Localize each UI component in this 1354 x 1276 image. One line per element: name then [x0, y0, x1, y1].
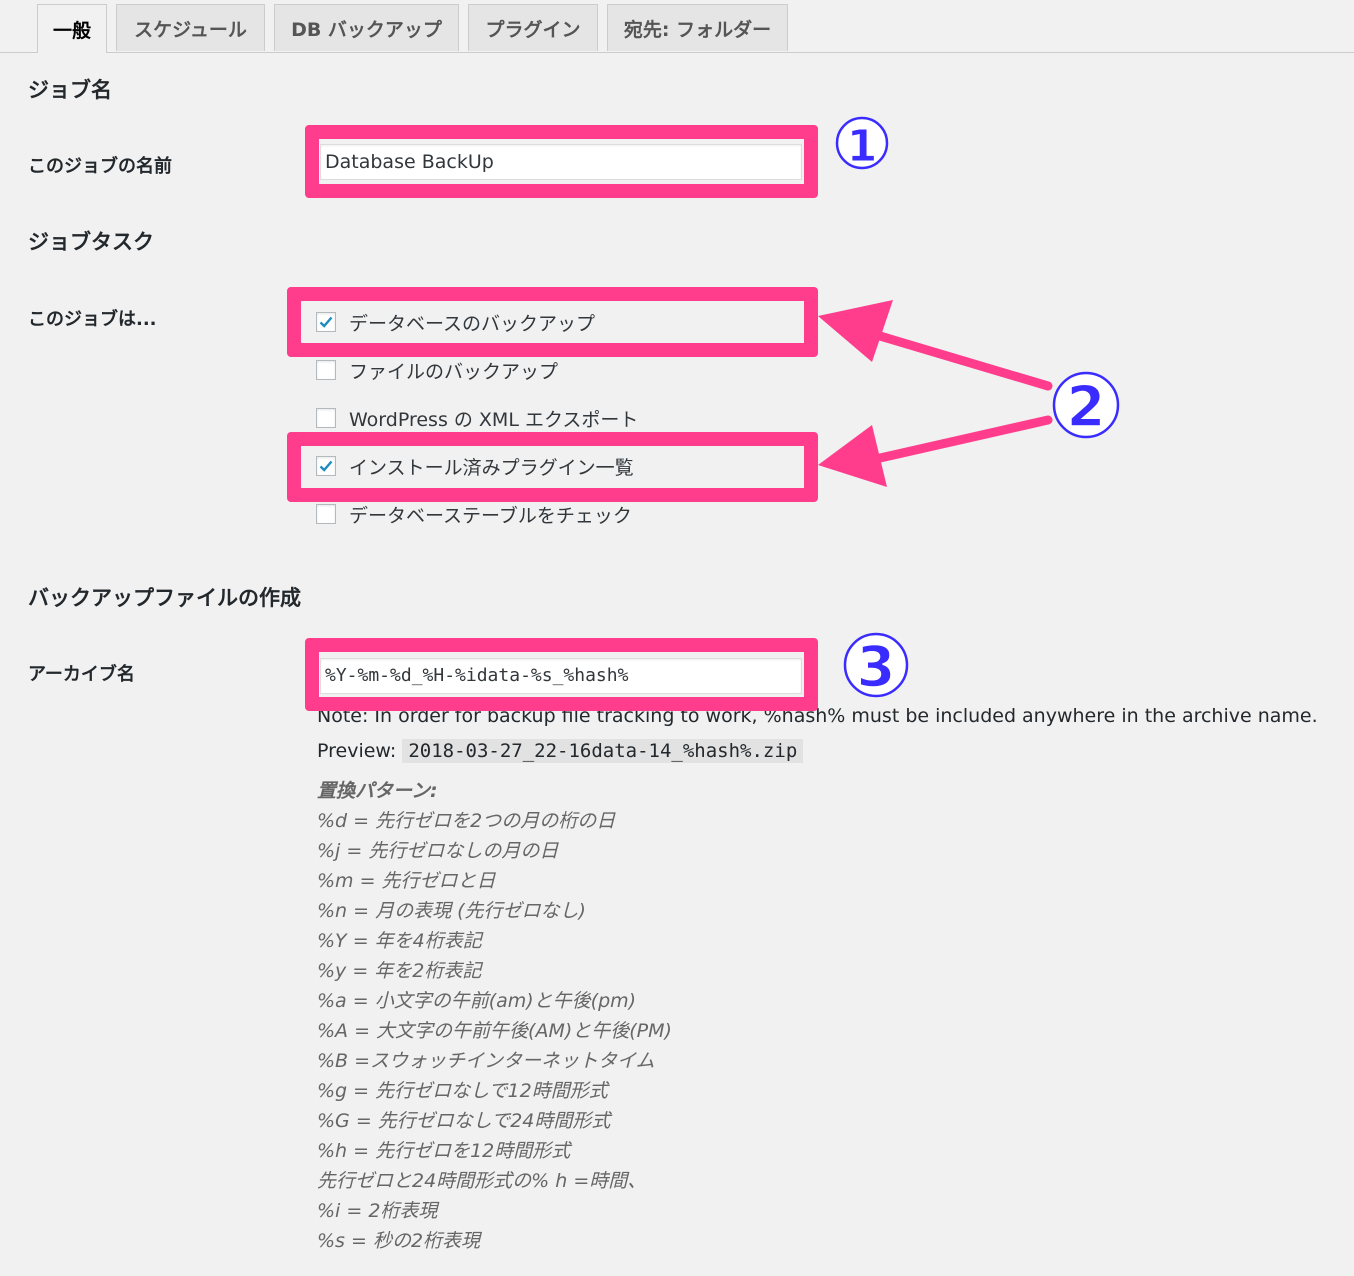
arrow-to-plugin-list: [818, 415, 1053, 487]
number-3-icon: 3: [843, 632, 909, 701]
svg-text:3: 3: [857, 635, 896, 700]
annotation-overlay: 1 2 3: [818, 116, 1120, 701]
arrow-to-db-backup: [818, 300, 1053, 391]
svg-text:2: 2: [1067, 375, 1106, 440]
number-1-icon: 1: [835, 116, 889, 173]
svg-text:1: 1: [847, 121, 878, 172]
number-2-icon: 2: [1052, 371, 1120, 441]
